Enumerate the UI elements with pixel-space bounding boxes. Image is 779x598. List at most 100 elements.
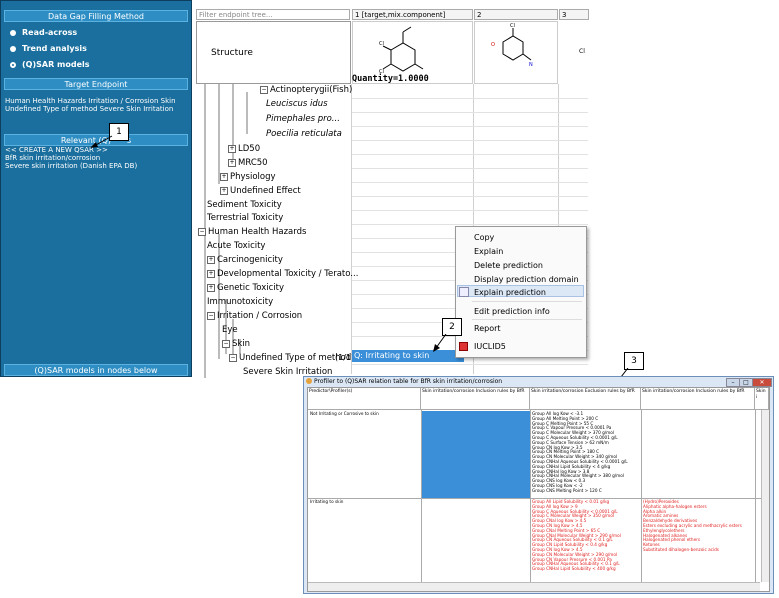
qsar-footer: (Q)SAR models in nodes below	[4, 364, 188, 376]
expand-icon[interactable]: +	[207, 283, 215, 292]
tree-node[interactable]: Immunotoxicity	[207, 297, 273, 307]
svg-text:Cl: Cl	[379, 41, 384, 47]
tree-node[interactable]: − Skin	[222, 339, 250, 349]
radio-trend-analysis[interactable]: Trend analysis	[10, 44, 87, 53]
menu-explain-prediction[interactable]: Explain prediction	[474, 288, 546, 297]
tree-node[interactable]: − Human Health Hazards	[198, 227, 306, 237]
menu-separator	[472, 301, 582, 302]
header-exclusion: Skin irritation/corrosion Exclusion rule…	[530, 388, 641, 410]
row1-label: Not Irritating or Corrosive to skin	[310, 411, 379, 416]
structure-label: Structure	[196, 21, 351, 84]
molecule-2-icon: Cl O N	[491, 23, 533, 68]
tree-node-label: Irritation / Corrosion	[217, 311, 303, 321]
app-icon	[306, 378, 312, 384]
tree-node-label: Undefined Effect	[230, 186, 301, 196]
menu-report[interactable]: Report	[474, 324, 501, 333]
minimize-button[interactable]: –	[726, 378, 740, 387]
tree-node[interactable]: + Developmental Toxicity / Terato...	[207, 269, 358, 279]
expand-icon[interactable]: +	[220, 172, 228, 181]
rule-line: Group CNS Melting Point > 120 C	[532, 487, 602, 493]
qsar-item-create[interactable]: << CREATE A NEW QSAR >>	[5, 146, 137, 154]
context-menu: Copy Explain Delete prediction Display p…	[455, 226, 587, 358]
menu-copy[interactable]: Copy	[474, 233, 494, 242]
rule-line: Group CNHal Lipid Solubility < 400 g/kg	[532, 566, 616, 572]
callout-2-pointer	[433, 334, 447, 352]
grid-row-line	[352, 196, 588, 197]
horizontal-scrollbar[interactable]	[308, 582, 760, 591]
column-header-3[interactable]: 3	[559, 9, 589, 20]
expand-icon[interactable]: +	[220, 186, 228, 195]
col-divider	[641, 410, 642, 591]
expand-icon[interactable]: +	[228, 158, 236, 167]
menu-iuclid5[interactable]: IUCLID5	[474, 342, 506, 351]
tree-node[interactable]: − Irritation / Corrosion	[207, 311, 302, 321]
header-inclusion: Skin irritation/corrosion Inclusion rule…	[421, 388, 530, 410]
tree-node-label: LD50	[238, 144, 261, 154]
callout-1-pointer	[90, 135, 113, 148]
header-predictor: Predictor\Profiler(s)	[308, 388, 421, 410]
tree-node[interactable]: Acute Toxicity	[207, 241, 265, 251]
explain-prediction-icon	[459, 287, 469, 297]
tree-node[interactable]: + MRC50	[228, 158, 268, 168]
grid-row-line	[352, 140, 588, 141]
tree-node[interactable]: + Carcinogenicity	[207, 255, 283, 265]
row2-exclusion-rules: Group All Lipid Solubility < 0.01 g/kg Gr…	[532, 499, 621, 572]
radio-selected-icon	[10, 61, 16, 68]
row2-inclusion-rules: (Hydro)Peroxides Aliphatic alpha-halogen …	[643, 499, 742, 553]
tree-node[interactable]: − Actinopterygii(Fish)	[260, 85, 352, 95]
highlighted-cell[interactable]	[422, 411, 530, 498]
menu-display-domain[interactable]: Display prediction domain	[474, 275, 579, 284]
expand-icon[interactable]: +	[228, 144, 236, 153]
menu-explain[interactable]: Explain	[474, 247, 503, 256]
col-divider	[755, 410, 756, 591]
quantity-label: Quantity=1.0000	[352, 74, 429, 84]
tree-node[interactable]: − Undefined Type of method	[229, 353, 351, 363]
tree-node[interactable]: Poecilia reticulata	[266, 129, 342, 139]
window-title: Profiler to (Q)SAR relation table for Bf…	[314, 378, 503, 385]
left-panel: Data Gap Filling Method Read-across Tren…	[0, 0, 192, 377]
grid-vline-1	[351, 84, 352, 374]
row2-label: Irritating to skin	[310, 499, 344, 504]
tree-node-label: Genetic Toxicity	[217, 283, 284, 293]
grid-row-line	[352, 98, 588, 99]
collapse-icon[interactable]: −	[229, 353, 237, 362]
svg-text:Cl: Cl	[510, 23, 515, 29]
header-partial: Skin i	[755, 388, 769, 410]
menu-edit-prediction[interactable]: Edit prediction info	[474, 307, 550, 316]
column-header-2[interactable]: 2	[474, 9, 558, 20]
collapse-icon[interactable]: −	[198, 227, 206, 236]
tree-node-label: MRC50	[238, 158, 268, 168]
tree-node[interactable]: + LD50	[228, 144, 260, 154]
expand-icon[interactable]: +	[207, 269, 215, 278]
qsar-item-danish[interactable]: Severe skin irritation (Danish EPA DB)	[5, 162, 137, 170]
radio-icon	[10, 45, 16, 52]
target-endpoint-text: Human Health Hazards Irritation / Corros…	[5, 97, 176, 113]
relation-table: Predictor\Profiler(s) Skin irritation/co…	[307, 387, 770, 592]
radio-qsar-models[interactable]: (Q)SAR models	[10, 60, 90, 69]
tree-node[interactable]: + Undefined Effect	[220, 186, 301, 196]
menu-delete-prediction[interactable]: Delete prediction	[474, 261, 543, 270]
header-inclusion-2: Skin irritation/corrosion Inclusion rule…	[641, 388, 755, 410]
grid-row-line	[352, 126, 588, 127]
svg-text:O: O	[491, 42, 495, 48]
collapse-icon[interactable]: −	[222, 339, 230, 348]
tree-node[interactable]: Leuciscus idus	[266, 99, 328, 109]
tree-node[interactable]: Pimephales pro...	[266, 114, 340, 124]
column-header-1[interactable]: 1 [target,mix.component]	[352, 9, 473, 20]
collapse-icon[interactable]: −	[207, 311, 215, 320]
expand-icon[interactable]: +	[207, 255, 215, 264]
close-button[interactable]: ✕	[752, 378, 772, 387]
vertical-scrollbar[interactable]	[761, 410, 769, 582]
radio-read-across[interactable]: Read-across	[10, 28, 77, 37]
tree-node[interactable]: Terrestrial Toxicity	[207, 213, 283, 223]
filter-input[interactable]: Filter endpoint tree...	[196, 9, 350, 20]
maximize-button[interactable]: □	[739, 378, 753, 387]
qsar-item-bfr[interactable]: BfR skin irritation/corrosion	[5, 154, 137, 162]
tree-node-label: Actinopterygii(Fish)	[270, 85, 353, 95]
tree-node[interactable]: Sediment Toxicity	[207, 200, 282, 210]
tree-node[interactable]: Eye	[222, 325, 238, 335]
tree-node-label: Eye	[222, 325, 238, 335]
tree-node[interactable]: + Physiology	[220, 172, 276, 182]
collapse-icon[interactable]: −	[260, 85, 268, 94]
tree-node[interactable]: + Genetic Toxicity	[207, 283, 284, 293]
